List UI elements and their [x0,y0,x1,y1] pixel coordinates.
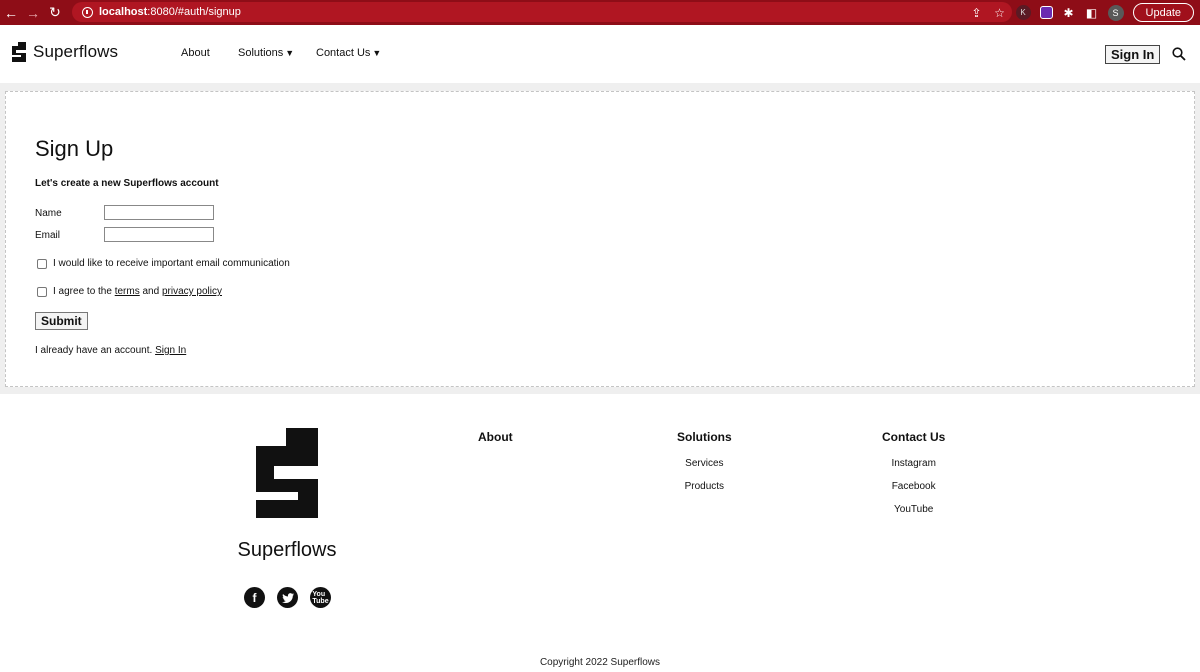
nav-contact[interactable]: Contact Us ▼ [316,47,381,59]
sidepanel-icon[interactable]: ◧ [1085,6,1099,20]
url-text: localhost:8080/#auth/signup [99,6,241,18]
terms-label: I agree to the terms and privacy policy [53,286,222,297]
footer-col-solutions: Solutions Services Products [677,430,732,504]
search-icon[interactable] [1172,47,1186,61]
email-communication-checkbox[interactable] [37,259,47,269]
address-bar[interactable]: localhost:8080/#auth/signup [72,2,1012,22]
email-input[interactable] [104,227,214,242]
update-button[interactable]: Update [1132,3,1194,22]
nav-contact-label: Contact Us [316,47,371,59]
twitter-icon[interactable] [277,587,298,608]
facebook-icon[interactable]: f [244,587,265,608]
terms-checkbox[interactable] [37,287,47,297]
extension-icon[interactable] [1039,6,1053,19]
profile-avatar[interactable]: S [1107,4,1124,21]
forward-icon[interactable]: → [22,0,44,25]
logo[interactable]: Superflows [12,42,118,62]
footer-logo-icon [256,428,318,518]
share-icon[interactable]: ⇪ [970,6,984,20]
footer-col-about: About [478,430,513,458]
site-header: Superflows About Solutions ▼ Contact Us ▼ … [0,25,1200,83]
name-label: Name [35,208,62,219]
footer-solutions-heading[interactable]: Solutions [677,430,732,444]
footer-about-heading[interactable]: About [478,430,513,444]
footer-col-contact: Contact Us Instagram Facebook YouTube [882,430,945,527]
caret-down-icon: ▼ [285,48,295,58]
submit-button[interactable]: Submit [35,312,88,330]
logo-icon [12,42,26,62]
terms-prefix: I agree to the [53,286,115,297]
site-info-icon[interactable] [82,6,93,18]
footer-contact-heading[interactable]: Contact Us [882,430,945,444]
privacy-policy-link[interactable]: privacy policy [162,286,222,297]
footer-brand: Superflows [237,539,337,561]
puzzle-icon[interactable]: ✱ [1062,6,1076,20]
email-label: Email [35,230,61,241]
already-have-account: I already have an account. Sign In [35,345,186,356]
footer-link-services[interactable]: Services [677,458,732,469]
already-text: I already have an account. [35,345,156,356]
caret-down-icon: ▼ [372,48,382,58]
terms-link[interactable]: terms [115,286,140,297]
reload-icon[interactable]: ↻ [44,0,66,25]
nav-about[interactable]: About [181,47,210,59]
form-subtitle: Let's create a new Superflows account [35,178,219,189]
signup-form: Sign Up Let's create a new Superflows ac… [5,91,1195,387]
footer-link-facebook[interactable]: Facebook [882,481,945,492]
email-communication-label: I would like to receive important email … [53,258,290,269]
footer: Superflows f You Tube About Solutions Ser… [0,394,1200,672]
nav-solutions[interactable]: Solutions ▼ [238,47,294,59]
signin-button[interactable]: Sign In [1105,45,1161,64]
brand-name: Superflows [33,42,119,61]
signin-link[interactable]: Sign In [155,345,186,356]
terms-and: and [139,286,162,297]
footer-link-products[interactable]: Products [677,481,732,492]
page-title: Sign Up [35,136,114,161]
footer-link-instagram[interactable]: Instagram [882,458,945,469]
back-icon[interactable]: ← [0,0,22,25]
footer-link-youtube[interactable]: YouTube [882,504,945,515]
twitter-bird-icon [281,592,294,603]
copyright: Copyright 2022 Superflows [539,657,661,668]
nav-solutions-label: Solutions [238,47,284,59]
name-input[interactable] [104,205,214,220]
bookmark-star-icon[interactable]: ☆ [993,6,1007,20]
youtube-icon[interactable]: You Tube [310,587,331,608]
browser-toolbar: ← → ↻ localhost:8080/#auth/signup ⇪ ☆ K … [0,0,1200,25]
social-links: f You Tube [244,587,331,608]
extension-avatar-k[interactable]: K [1015,5,1031,20]
